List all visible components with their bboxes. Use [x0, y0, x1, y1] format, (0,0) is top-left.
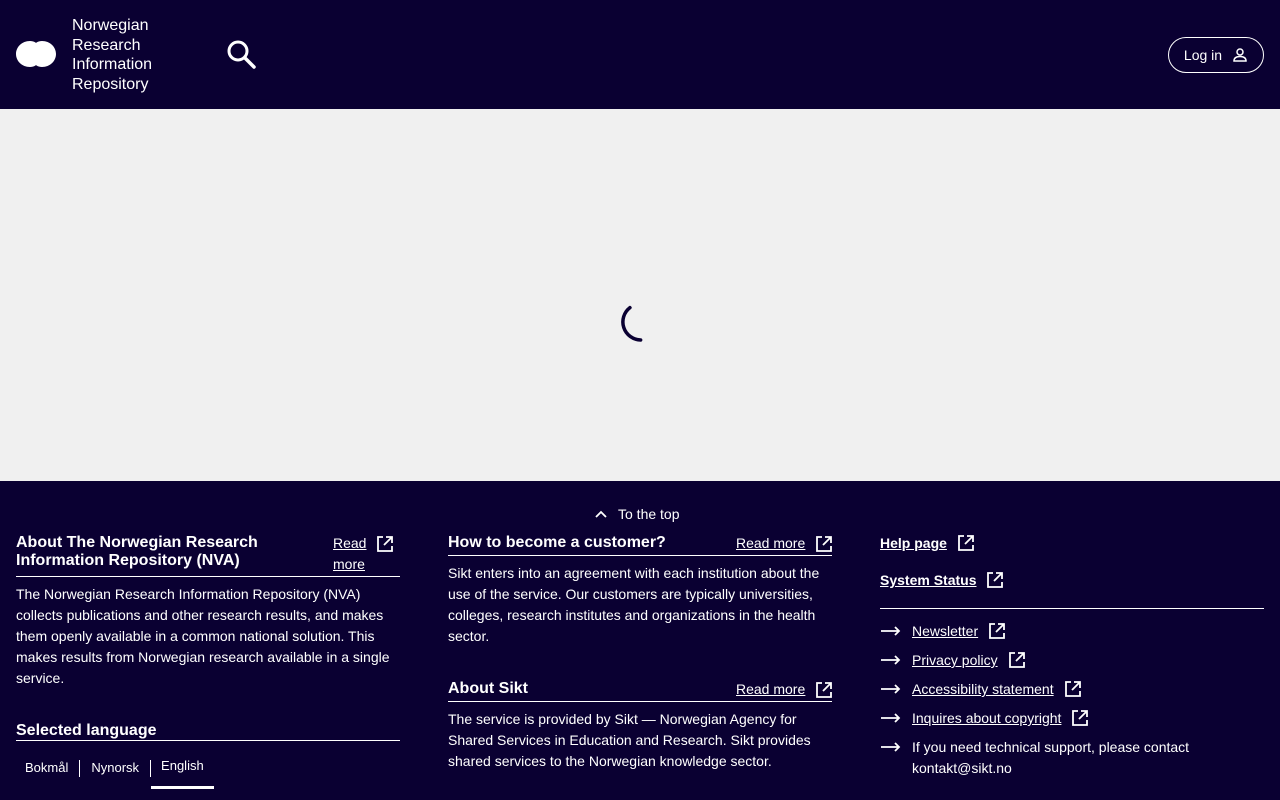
system-status-link[interactable]: System Status: [880, 571, 1004, 589]
search-button[interactable]: [224, 37, 258, 71]
external-link-icon: [816, 536, 833, 552]
login-button[interactable]: Log in: [1168, 37, 1264, 73]
to-the-top-button[interactable]: To the top: [594, 506, 680, 522]
arrow-right-icon: [881, 684, 901, 694]
language-selector: Bokmål Nynorsk English: [16, 756, 214, 789]
nva-logo-icon[interactable]: [16, 39, 56, 69]
divider: [16, 576, 400, 577]
main-content: [0, 109, 1280, 481]
about-nva-heading-line: About The Norwegian Research: [16, 534, 258, 551]
arrow-right-icon: [881, 626, 901, 636]
customer-read-more-link[interactable]: Read more: [736, 533, 833, 554]
read-more-line: Read: [333, 535, 367, 551]
external-link-icon: [377, 536, 394, 552]
newsletter-link[interactable]: Newsletter: [912, 621, 978, 642]
about-sikt-read-more-link[interactable]: Read more: [736, 679, 833, 700]
read-more-line: more: [333, 556, 365, 572]
help-page-link[interactable]: Help page: [880, 534, 975, 552]
about-sikt-text: The service is provided by Sikt — Norweg…: [448, 711, 811, 769]
privacy-policy-item: Privacy policy: [880, 650, 1026, 671]
external-link-icon: [989, 623, 1006, 639]
about-nva-heading: About The Norwegian Research Information…: [16, 534, 316, 570]
read-more-label: Read more: [736, 681, 806, 697]
loading-spinner-icon: [621, 305, 643, 342]
newsletter-item: Newsletter: [880, 621, 1006, 642]
search-icon: [227, 40, 256, 69]
read-more-label: Read more: [333, 533, 366, 575]
about-nva-text: The Norwegian Research Information Repos…: [16, 586, 390, 686]
divider: [880, 608, 1264, 609]
about-nva-read-more-link[interactable]: Read more: [333, 533, 394, 575]
system-status-label: System Status: [880, 572, 977, 588]
user-icon: [1233, 48, 1247, 62]
help-page-label: Help page: [880, 535, 947, 551]
external-link-icon: [816, 682, 833, 698]
arrow-right-icon: [881, 713, 901, 723]
accessibility-statement-item: Accessibility statement: [880, 679, 1082, 700]
login-label: Log in: [1183, 47, 1223, 63]
arrow-right-icon: [881, 655, 901, 665]
language-option-nynorsk[interactable]: Nynorsk: [80, 759, 150, 777]
site-footer: To the top About The Norwegian Research …: [0, 481, 1280, 800]
external-link-icon: [1072, 710, 1089, 726]
brand-line: Information: [72, 56, 153, 73]
support-line: If you need technical support, please co…: [912, 739, 1190, 755]
accessibility-statement-link[interactable]: Accessibility statement: [912, 679, 1054, 700]
about-sikt-heading: About Sikt: [448, 680, 528, 697]
language-option-bokmal[interactable]: Bokmål: [16, 759, 79, 777]
read-more-label: Read more: [736, 535, 806, 551]
external-link-icon: [987, 572, 1004, 588]
divider: [448, 701, 832, 702]
site-header: Norwegian Research Information Repositor…: [0, 0, 1280, 109]
selected-language-heading: Selected language: [16, 722, 157, 739]
chevron-up-icon: [595, 510, 607, 518]
customer-text: Sikt enters into an agreement with each …: [448, 565, 820, 644]
brand-line: Norwegian: [72, 17, 149, 34]
divider: [16, 740, 400, 741]
technical-support-text: If you need technical support, please co…: [912, 737, 1189, 779]
site-brand-name[interactable]: Norwegian Research Information Repositor…: [72, 16, 152, 94]
external-link-icon: [958, 535, 974, 551]
arrow-right-icon: [881, 742, 901, 752]
divider: [448, 555, 832, 556]
privacy-policy-link[interactable]: Privacy policy: [912, 650, 998, 671]
support-email[interactable]: kontakt@sikt.no: [912, 758, 1189, 779]
brand-line: Repository: [72, 75, 149, 93]
external-link-icon: [1064, 681, 1081, 697]
copyright-inquiries-item: Inquires about copyright: [880, 708, 1089, 729]
about-nva-heading-line: Information Repository (NVA): [16, 552, 240, 569]
brand-line: Research: [72, 36, 141, 54]
external-link-icon: [1008, 652, 1025, 668]
customer-heading: How to become a customer?: [448, 534, 666, 551]
copyright-inquiries-link[interactable]: Inquires about copyright: [912, 708, 1061, 729]
technical-support-item: If you need technical support, please co…: [880, 737, 1189, 779]
to-the-top-label: To the top: [618, 506, 680, 522]
language-option-english[interactable]: English: [151, 757, 214, 789]
